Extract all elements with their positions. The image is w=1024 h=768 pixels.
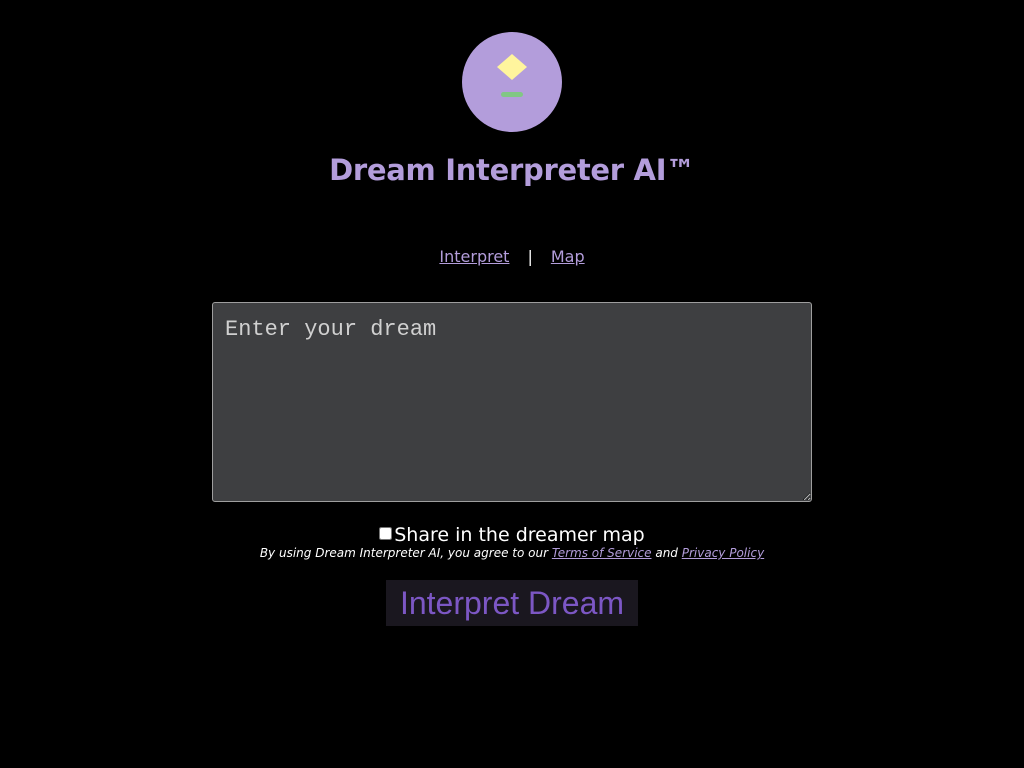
terms-prefix: By using Dream Interpreter AI, you agree… <box>259 546 549 560</box>
nav-link-map[interactable]: Map <box>551 247 585 266</box>
share-option: Share in the dreamer map <box>0 524 1024 546</box>
moon-star-logo-icon <box>497 54 527 97</box>
privacy-policy-link[interactable]: Privacy Policy <box>682 546 764 560</box>
app-logo-icon <box>462 32 562 132</box>
interpret-dream-button[interactable]: Interpret Dream <box>386 580 638 626</box>
share-checkbox[interactable] <box>379 527 393 540</box>
nav-separator: | <box>527 247 533 266</box>
main-nav: Interpret | Map <box>0 247 1024 266</box>
nav-link-interpret[interactable]: Interpret <box>439 247 509 266</box>
terms-and: and <box>655 546 678 560</box>
terms-notice: By using Dream Interpreter AI, you agree… <box>0 546 1024 560</box>
dream-textarea[interactable] <box>212 302 812 502</box>
page-title: Dream Interpreter AI™ <box>329 153 695 187</box>
share-label: Share in the dreamer map <box>394 524 645 546</box>
terms-of-service-link[interactable]: Terms of Service <box>552 546 652 560</box>
page: Dream Interpreter AI™ Interpret | Map Shar… <box>0 0 1024 768</box>
